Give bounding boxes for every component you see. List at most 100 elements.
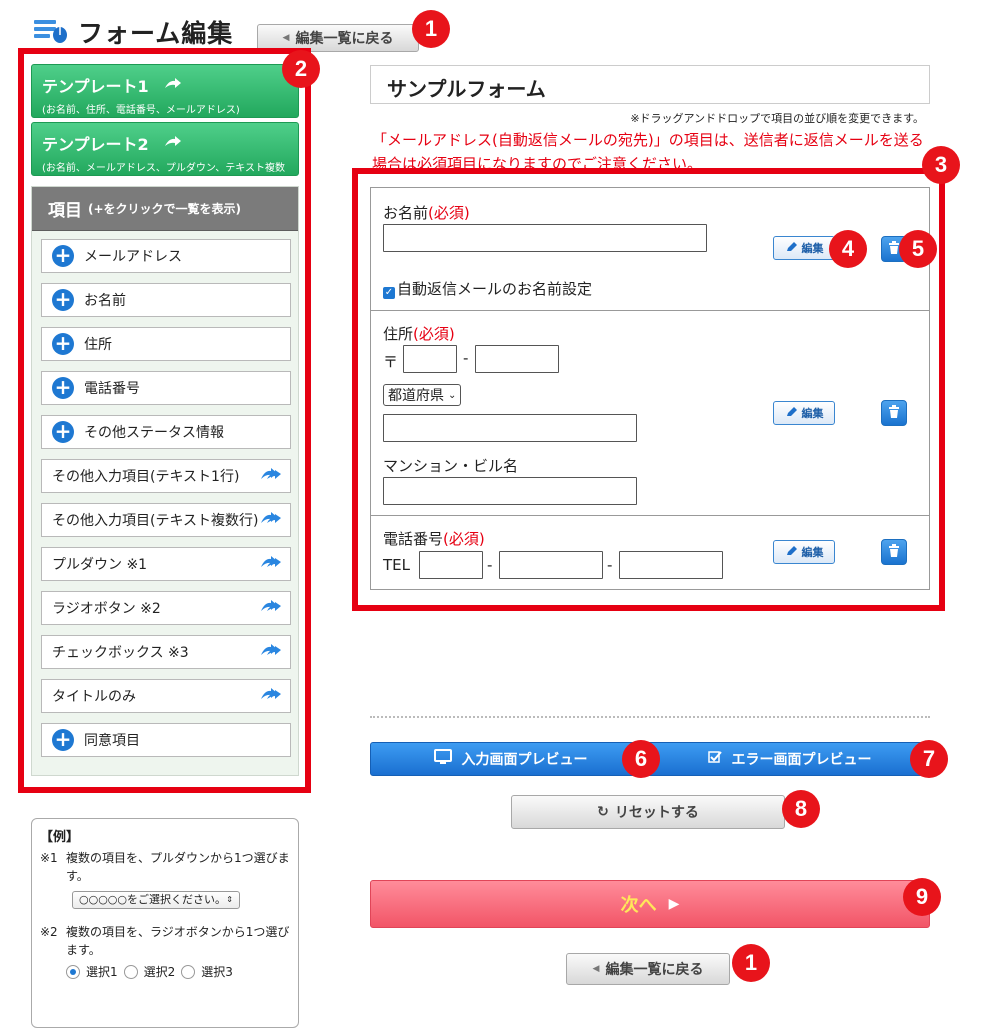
item-label: 同意項目 xyxy=(84,733,140,749)
double-arrow-icon[interactable] xyxy=(260,687,282,705)
item-add[interactable]: + 住所 xyxy=(41,327,291,361)
prefecture-value: 都道府県 xyxy=(388,388,444,404)
plus-circle-icon[interactable]: + xyxy=(52,289,74,311)
form-title[interactable]: サンプルフォーム xyxy=(370,65,930,104)
plus-circle-icon[interactable]: + xyxy=(52,245,74,267)
radio-option-2[interactable] xyxy=(123,965,138,979)
phone-2-input[interactable] xyxy=(499,551,603,579)
delete-button-phone[interactable] xyxy=(881,539,907,565)
drag-drop-note: ※ドラッグアンドドロップで項目の並び順を変更できます。 xyxy=(630,112,924,125)
name-input[interactable] xyxy=(383,224,707,252)
postal-dash: - xyxy=(463,349,469,367)
radio-option-3[interactable] xyxy=(181,965,196,979)
double-arrow-icon[interactable] xyxy=(260,555,282,573)
delete-button-address[interactable] xyxy=(881,400,907,426)
badge-5: 5 xyxy=(899,230,937,268)
template-1-name: テンプレート1 xyxy=(42,77,149,96)
template-2-button[interactable]: テンプレート2 (お名前、メールアドレス、プルダウン、テキスト複数行) xyxy=(31,122,299,189)
item-insert[interactable]: その他入力項目(テキスト複数行) xyxy=(41,503,291,537)
form-row-phone[interactable]: 電話番号(必須) TEL - - 編集 xyxy=(371,516,929,590)
item-label: ラジオボタン ※2 xyxy=(52,601,161,617)
badge-8: 8 xyxy=(782,790,820,828)
template-2-desc: (お名前、メールアドレス、プルダウン、テキスト複数行) xyxy=(42,163,286,189)
example-note-1-key: ※1 xyxy=(40,851,58,865)
item-insert[interactable]: プルダウン ※1 xyxy=(41,547,291,581)
building-input[interactable] xyxy=(383,477,637,505)
address-input[interactable] xyxy=(383,414,637,442)
double-arrow-icon[interactable] xyxy=(260,599,282,617)
plus-circle-icon[interactable]: + xyxy=(52,377,74,399)
pencil-icon xyxy=(785,241,799,256)
select-updown-icon: ⇕ xyxy=(226,895,233,904)
prefecture-select[interactable]: 都道府県 ⌄ xyxy=(383,384,462,406)
reset-button[interactable]: ↻ リセットする xyxy=(511,795,785,829)
item-add[interactable]: + お名前 xyxy=(41,283,291,317)
double-arrow-icon[interactable] xyxy=(260,467,282,485)
phone-3-input[interactable] xyxy=(619,551,723,579)
error-preview-button[interactable]: エラー画面プレビュー xyxy=(650,743,929,775)
example-select[interactable]: ○○○○○をご選択ください。 ⇕ xyxy=(72,891,240,909)
radio-option-3-label: 選択3 xyxy=(201,965,233,979)
badge-2: 2 xyxy=(282,50,320,88)
item-label: 住所 xyxy=(84,337,112,353)
back-to-list-label: 編集一覧に戻る xyxy=(605,962,704,978)
item-insert[interactable]: チェックボックス ※3 xyxy=(41,635,291,669)
pencil-icon xyxy=(785,545,799,560)
left-triangle-icon: ◀ xyxy=(282,33,290,43)
plus-circle-icon[interactable]: + xyxy=(52,421,74,443)
building-label: マンション・ビル名 xyxy=(383,457,519,475)
item-add[interactable]: + 同意項目 xyxy=(41,723,291,757)
double-arrow-icon[interactable] xyxy=(260,511,282,529)
edit-button-name[interactable]: 編集 xyxy=(773,236,835,260)
item-label: チェックボックス ※3 xyxy=(52,645,189,661)
item-label: その他入力項目(テキスト1行) xyxy=(52,469,240,485)
badge-1-top: 1 xyxy=(412,10,450,48)
postal-code-1-input[interactable] xyxy=(403,345,457,373)
pencil-icon xyxy=(785,406,799,421)
checkbox-icon xyxy=(707,750,722,768)
plus-circle-icon[interactable]: + xyxy=(52,333,74,355)
chevron-down-icon: ⌄ xyxy=(448,389,457,401)
page-title: フォーム編集 xyxy=(32,14,233,50)
form-row-address[interactable]: 住所(必須) 〒 - 都道府県 ⌄ マンション・ビル名 編集 xyxy=(371,311,929,516)
item-add[interactable]: + 電話番号 xyxy=(41,371,291,405)
auto-reply-name-checkbox[interactable]: ✓ 自動返信メールのお名前設定 xyxy=(383,278,592,299)
item-insert[interactable]: ラジオボタン ※2 xyxy=(41,591,291,625)
example-note-1-text: 複数の項目を、プルダウンから1つ選びます。 xyxy=(66,851,290,883)
double-arrow-icon xyxy=(163,76,183,95)
items-heading: 項目 xyxy=(48,201,82,221)
phone-dash-1: - xyxy=(487,556,493,574)
badge-4: 4 xyxy=(829,230,867,268)
template-1-button[interactable]: テンプレート1 (お名前、住所、電話番号、メールアドレス) xyxy=(31,64,299,118)
next-button[interactable]: 次へ ▶ xyxy=(370,880,930,928)
badge-3: 3 xyxy=(922,146,960,184)
edit-label: 編集 xyxy=(801,242,824,255)
item-label: メールアドレス xyxy=(84,249,182,265)
example-note-1: ※1 複数の項目を、プルダウンから1つ選びます。 xyxy=(40,849,290,885)
postal-code-2-input[interactable] xyxy=(475,345,559,373)
dotted-divider xyxy=(370,716,930,718)
example-box: 【例】 ※1 複数の項目を、プルダウンから1つ選びます。 ○○○○○をご選択くだ… xyxy=(31,818,299,1028)
address-field-label: 住所(必須) xyxy=(383,325,455,343)
example-select-value: ○○○○○をご選択ください。 xyxy=(79,893,226,906)
radio-option-1-label: 選択1 xyxy=(86,965,118,979)
item-insert[interactable]: タイトルのみ xyxy=(41,679,291,713)
back-to-list-label: 編集一覧に戻る xyxy=(295,31,394,47)
items-heading-sub: (+をクリックで一覧を表示) xyxy=(88,202,242,216)
template-1-desc: (お名前、住所、電話番号、メールアドレス) xyxy=(42,105,240,116)
badge-9: 9 xyxy=(903,878,941,916)
edit-button-address[interactable]: 編集 xyxy=(773,401,835,425)
template-2-name: テンプレート2 xyxy=(42,135,149,154)
item-insert[interactable]: その他入力項目(テキスト1行) xyxy=(41,459,291,493)
phone-1-input[interactable] xyxy=(419,551,483,579)
back-to-list-button-bottom[interactable]: ◀ 編集一覧に戻る xyxy=(566,953,730,985)
item-add[interactable]: + メールアドレス xyxy=(41,239,291,273)
edit-button-phone[interactable]: 編集 xyxy=(773,540,835,564)
plus-circle-icon[interactable]: + xyxy=(52,729,74,751)
item-add[interactable]: + その他ステータス情報 xyxy=(41,415,291,449)
radio-option-1[interactable] xyxy=(66,965,80,979)
reset-icon: ↻ xyxy=(597,804,609,820)
checkbox-checked-icon: ✓ xyxy=(383,287,395,299)
double-arrow-icon[interactable] xyxy=(260,643,282,661)
input-preview-button[interactable]: 入力画面プレビュー xyxy=(371,743,650,775)
